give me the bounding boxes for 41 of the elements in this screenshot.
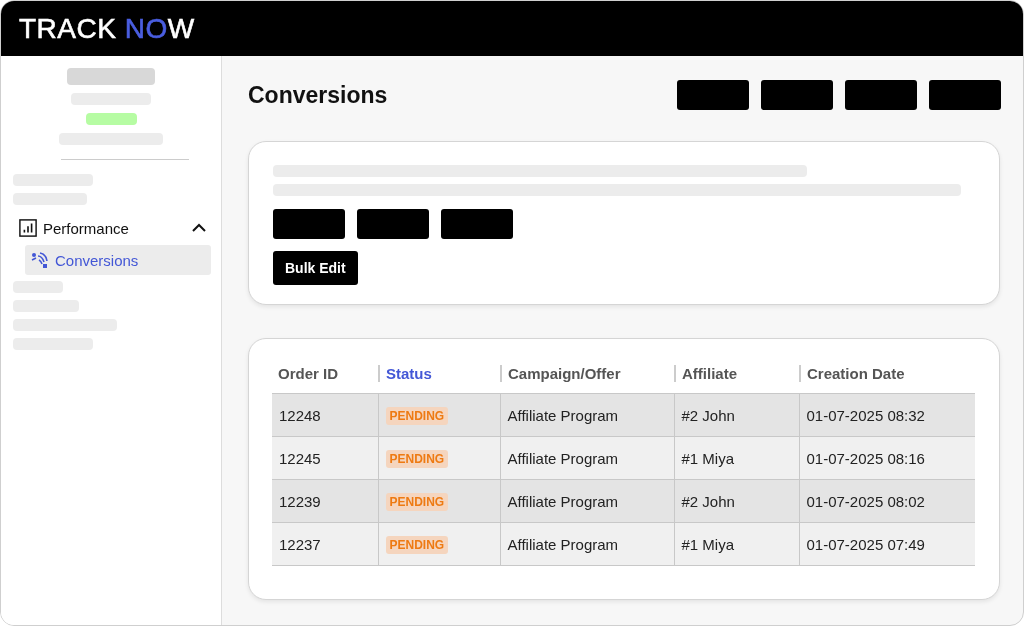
status-badge: PENDING — [385, 535, 449, 554]
status-badge: PENDING — [385, 449, 449, 468]
nav-item[interactable]: Conversions — [25, 245, 211, 275]
table-cell: 12237 — [272, 522, 378, 566]
table-cell: Affiliate Program — [500, 436, 674, 480]
logo-wordmark: TRACK NOW — [19, 12, 195, 45]
table-cell: 01-07-2025 07:49 — [799, 522, 975, 566]
table-cell: Affiliate Program — [500, 479, 674, 523]
signal-icon — [31, 251, 49, 269]
table-cell: 12239 — [272, 479, 378, 523]
status-placeholder — [85, 113, 137, 125]
column-header[interactable]: Campaign/Offer — [500, 364, 621, 382]
page-title: Conversions — [248, 81, 388, 109]
chevron-icon[interactable] — [191, 223, 207, 233]
placeholder-button[interactable] — [441, 209, 513, 239]
column-header[interactable]: Order ID — [272, 364, 338, 382]
table-cell: 01-07-2025 08:16 — [799, 436, 975, 480]
nav-section-label[interactable]: Performance — [43, 219, 185, 237]
column-header[interactable]: Affiliate — [674, 364, 737, 382]
table-cell: Affiliate Program — [500, 522, 674, 566]
bar-chart-icon — [19, 219, 37, 237]
status-badge: PENDING — [385, 492, 449, 511]
table-cell: Affiliate Program — [500, 393, 674, 437]
column-header[interactable]: Creation Date — [799, 364, 905, 382]
table-cell: #1 Miya — [674, 522, 799, 566]
placeholder-button[interactable] — [929, 80, 1001, 110]
table-cell: #1 Miya — [674, 436, 799, 480]
placeholder-button[interactable] — [357, 209, 429, 239]
bulk-edit-button[interactable]: Bulk Edit — [273, 251, 358, 285]
status-badge: PENDING — [385, 406, 449, 425]
table-cell: #2 John — [674, 393, 799, 437]
table-cell: #2 John — [674, 479, 799, 523]
placeholder-button[interactable] — [273, 209, 345, 239]
placeholder-button[interactable] — [761, 80, 833, 110]
placeholder-button[interactable] — [845, 80, 917, 110]
table-cell: 01-07-2025 08:02 — [799, 479, 975, 523]
column-header[interactable]: Status — [378, 364, 432, 382]
placeholder-button[interactable] — [677, 80, 749, 110]
table-cell: 12248 — [272, 393, 378, 437]
table-cell: 01-07-2025 08:32 — [799, 393, 975, 437]
table-cell: 12245 — [272, 436, 378, 480]
